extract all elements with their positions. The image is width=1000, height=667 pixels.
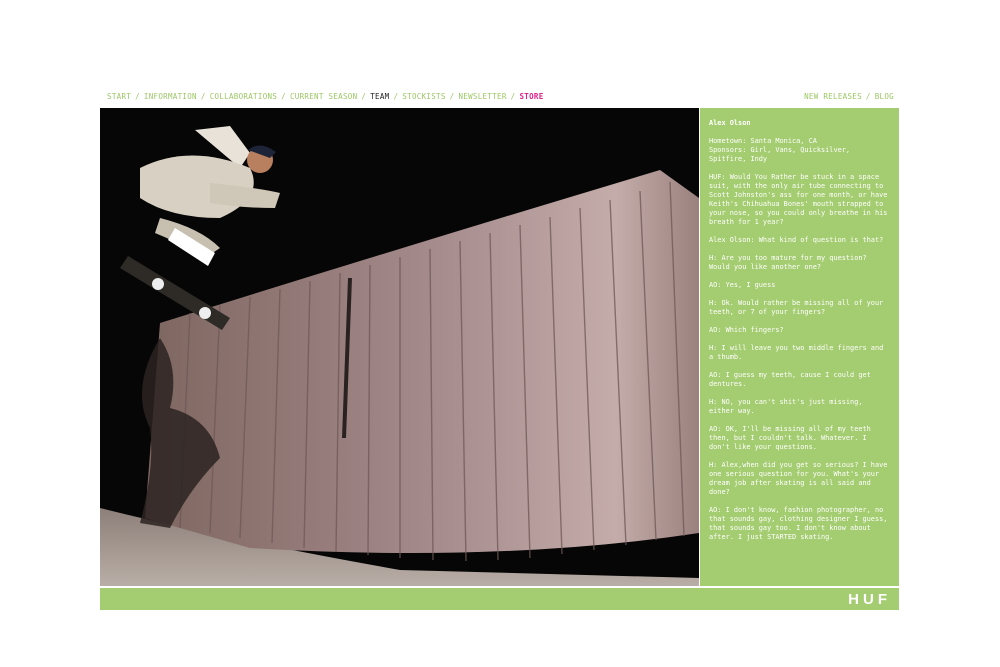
profile-panel: Alex Olson Hometown: Santa Monica, CA Sp… [700,108,899,586]
profile-name: Alex Olson [709,119,751,127]
nav-start-link[interactable]: START [107,92,131,101]
nav-right: NEW RELEASES / BLOG [804,92,894,101]
nav-team-link[interactable]: TEAM [370,92,389,101]
nav-separator: / [361,92,367,101]
nav-newsletter-link[interactable]: NEWSLETTER [458,92,506,101]
qa-paragraph: AO: I don't know, fashion photographer, … [709,506,888,541]
nav-separator: / [135,92,140,101]
nav-information-link[interactable]: INFORMATION [144,92,197,101]
qa-paragraph: H: Are you too mature for my question? W… [709,254,867,271]
sponsors-text: Sponsors: Girl, Vans, Quicksilver, Spitf… [709,146,851,163]
huf-logo[interactable]: HUF [848,591,891,608]
nav-separator: / [865,92,871,101]
skateboarder-photo-illustration [100,108,699,586]
qa-paragraph: Alex Olson: What kind of question is tha… [709,236,884,244]
skateboarder-photo [100,108,699,586]
nav-separator: / [510,92,516,101]
nav-blog-link[interactable]: BLOG [875,92,894,101]
nav-separator: / [393,92,399,101]
top-nav: START / INFORMATION / COLLABORATIONS / CURRENT… [107,92,894,104]
nav-separator: / [200,92,206,101]
qa-paragraph: AO: OK, I'll be missing all of my teeth … [709,425,871,451]
qa-paragraph: HUF: Would You Rather be stuck in a spac… [709,173,888,226]
nav-left: START / INFORMATION / COLLABORATIONS / CURRENT… [107,92,544,101]
qa-paragraph: H: NO, you can't shit's just missing, ei… [709,398,863,415]
qa-paragraph: H: Ok. Would rather be missing all of yo… [709,299,884,316]
nav-separator: / [449,92,455,101]
qa-paragraph: H: Alex,when did you get so serious? I h… [709,461,888,496]
nav-separator: / [281,92,286,101]
profile-hometown: Hometown: Santa Monica, CA Sponsors: Gir… [709,137,891,164]
nav-new-releases-link[interactable]: NEW RELEASES [804,92,862,101]
hometown-text: Hometown: Santa Monica, CA [709,137,817,145]
qa-paragraph: H: I will leave you two middle fingers a… [709,344,884,361]
nav-store-link[interactable]: STORE [519,92,543,101]
footer-bar: HUF [100,588,899,610]
qa-paragraph: AO: Which fingers? [709,326,784,334]
qa-paragraph: AO: I guess my teeth, cause I could get … [709,371,871,388]
qa-paragraph: AO: Yes, I guess [709,281,776,289]
nav-current-season-link[interactable]: CURRENT SEASON [290,92,357,101]
nav-stockists-link[interactable]: STOCKISTS [402,92,445,101]
nav-collaborations-link[interactable]: COLLABORATIONS [210,92,277,101]
